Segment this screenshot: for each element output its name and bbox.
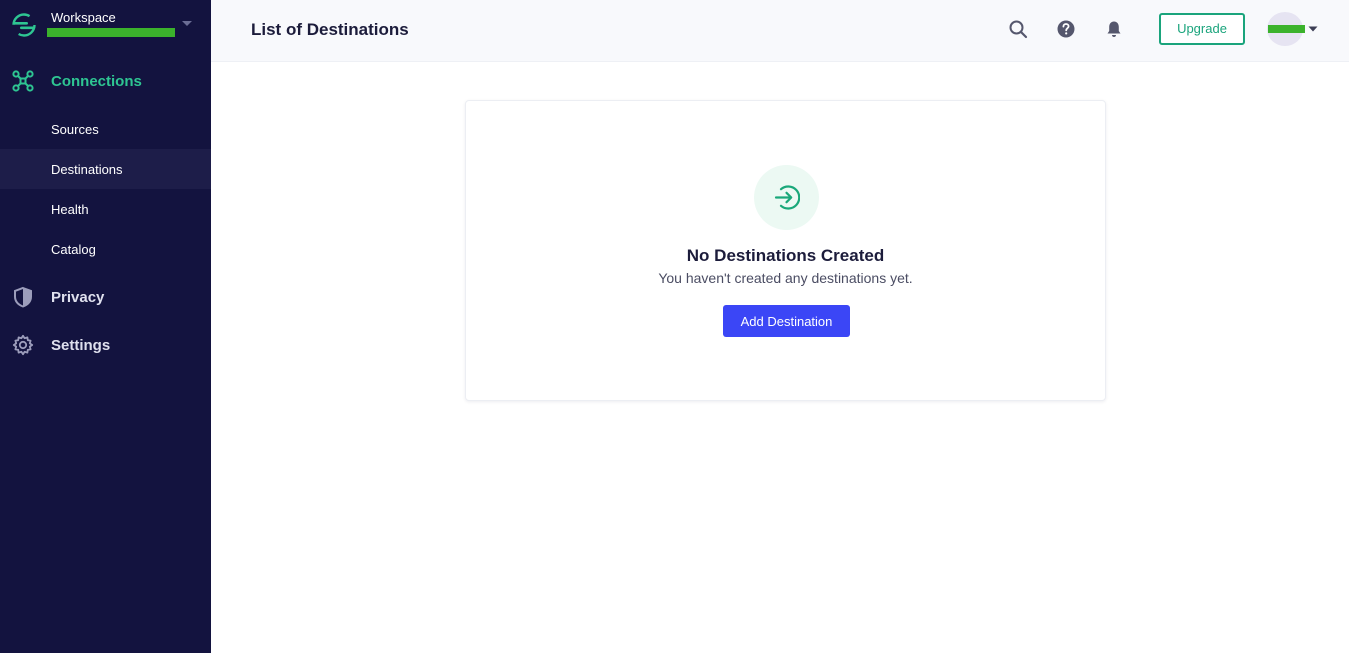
sidebar-item-health[interactable]: Health (0, 189, 211, 229)
top-header: List of Destinations Upgrade (211, 0, 1349, 62)
sidebar-item-label: Privacy (51, 289, 105, 306)
empty-state-icon-circle (754, 165, 819, 230)
connections-icon (12, 70, 34, 92)
segment-logo-icon (12, 13, 36, 37)
help-icon[interactable] (1056, 19, 1076, 39)
page-title: List of Destinations (251, 20, 409, 39)
upgrade-button[interactable]: Upgrade (1159, 13, 1245, 45)
workspace-label: Workspace (51, 10, 116, 25)
sidebar-item-catalog[interactable]: Catalog (0, 229, 211, 269)
gear-icon (12, 334, 34, 356)
empty-state-title: No Destinations Created (686, 246, 885, 265)
sidebar-item-label: Sources (51, 122, 99, 137)
sidebar-item-privacy[interactable]: Privacy (0, 279, 211, 315)
workspace-name-redacted (47, 28, 175, 37)
user-name-redacted (1268, 25, 1305, 33)
sidebar-item-label: Connections (51, 73, 142, 90)
empty-state-card: No Destinations Created You haven't crea… (465, 100, 1106, 401)
arrow-right-circle-icon (774, 185, 800, 210)
sidebar-item-label: Health (51, 202, 89, 217)
search-icon[interactable] (1008, 19, 1028, 39)
sidebar: Workspace Connections Sources Destinatio… (0, 0, 211, 653)
shield-icon (14, 286, 32, 308)
sidebar-item-label: Settings (51, 337, 111, 354)
workspace-switcher[interactable]: Workspace (0, 0, 211, 52)
sidebar-item-connections[interactable]: Connections (0, 63, 211, 99)
chevron-down-icon[interactable] (1308, 26, 1318, 32)
sidebar-item-label: Destinations (51, 162, 123, 177)
sidebar-item-sources[interactable]: Sources (0, 109, 211, 149)
sidebar-item-label: Catalog (51, 242, 96, 257)
chevron-down-icon (182, 21, 192, 26)
empty-state-description: You haven't created any destinations yet… (658, 270, 913, 286)
sidebar-item-settings[interactable]: Settings (0, 327, 211, 363)
add-destination-button[interactable]: Add Destination (723, 305, 850, 337)
bell-icon[interactable] (1104, 19, 1124, 39)
sidebar-item-destinations[interactable]: Destinations (0, 149, 211, 189)
